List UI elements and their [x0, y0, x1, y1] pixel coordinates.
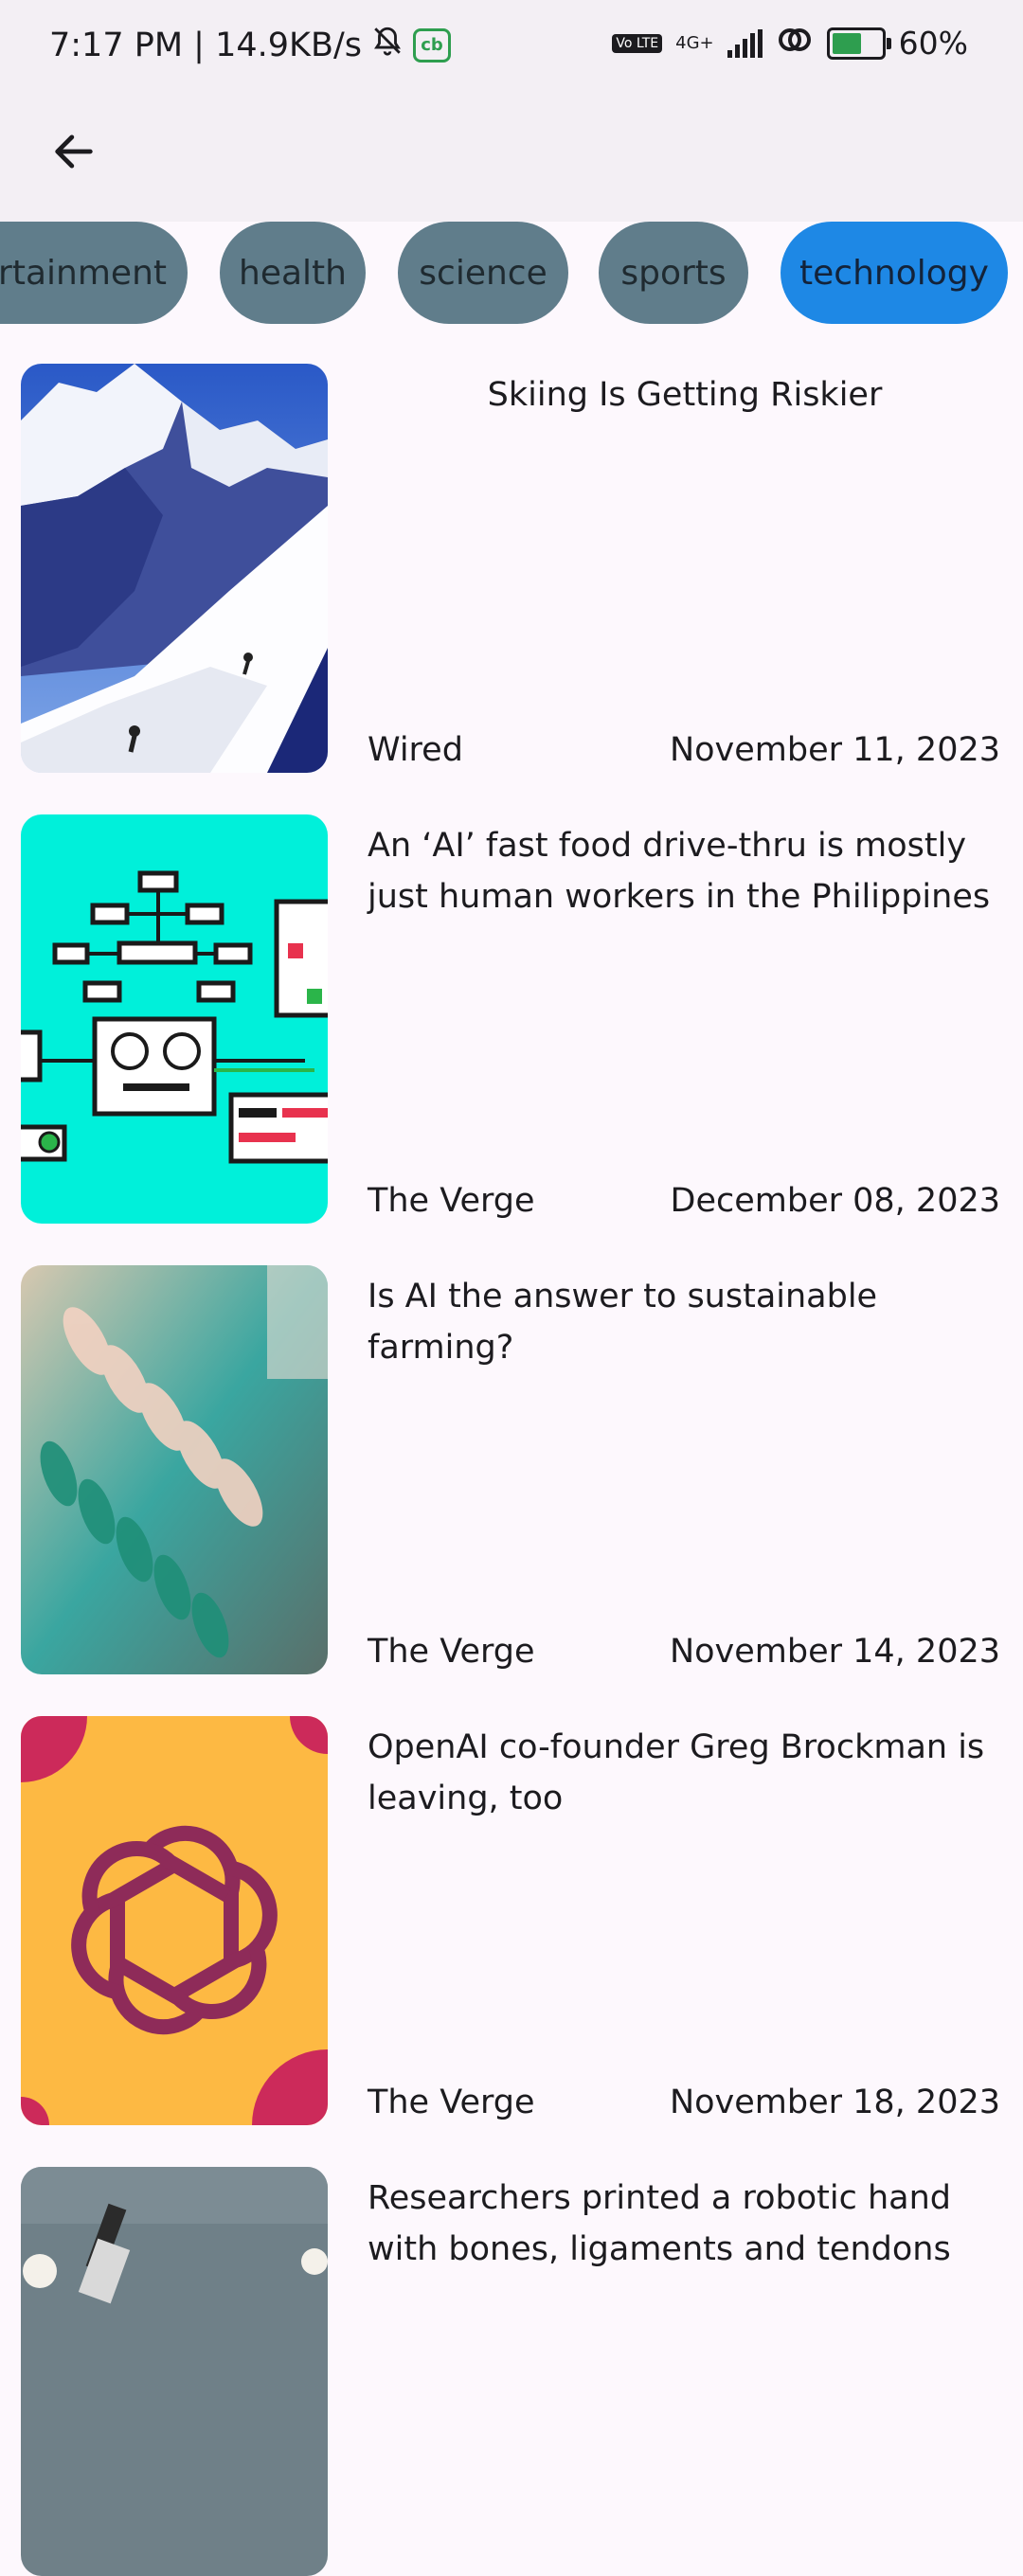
battery-fill [832, 32, 861, 54]
news-item[interactable]: Is AI the answer to sustainable farming?… [0, 1265, 1023, 1674]
chip-technology[interactable]: technology [781, 222, 1008, 324]
article-title: OpenAI co-founder Greg Brockman is leavi… [368, 1728, 985, 1817]
article-title: Is AI the answer to sustainable farming? [368, 1278, 878, 1367]
volte-icon: Vo LTE [612, 33, 663, 53]
news-item[interactable]: Researchers printed a robotic hand with … [0, 2167, 1023, 2576]
article-source: The Verge [368, 1633, 535, 1671]
app-notification-icon: cb [413, 27, 451, 63]
battery-percent: 60% [898, 25, 968, 62]
article-source: The Verge [368, 2084, 535, 2121]
bell-muted-icon [371, 25, 404, 65]
status-right: Vo LTE 4G+ 60% [612, 25, 968, 62]
article-title: Skiing Is Getting Riskier [487, 376, 883, 414]
news-item[interactable]: An ‘AI’ fast food drive-thru is mostly j… [0, 814, 1023, 1224]
status-left: 7:17 PM | 14.9KB/s cb [49, 25, 451, 65]
article-source: The Verge [368, 1182, 535, 1220]
link-icon [776, 25, 814, 62]
back-button[interactable] [36, 114, 112, 189]
chip-entertainment[interactable]: entertainment [0, 222, 188, 324]
article-title: Researchers printed a robotic hand with … [368, 2179, 952, 2268]
article-thumbnail [21, 364, 328, 773]
article-title: An ‘AI’ fast food drive-thru is mostly j… [368, 827, 991, 916]
arrow-left-icon [55, 134, 93, 169]
article-source: Wired [368, 731, 463, 769]
news-item[interactable]: OpenAI co-founder Greg Brockman is leavi… [0, 1716, 1023, 2125]
chip-health[interactable]: health [220, 222, 366, 324]
battery-icon [826, 27, 891, 60]
article-date: November 18, 2023 [669, 2084, 1000, 2121]
article-thumbnail [21, 814, 328, 1224]
signal-icon [727, 28, 763, 58]
status-time-speed: 7:17 PM | 14.9KB/s [49, 26, 362, 64]
status-bar: 7:17 PM | 14.9KB/s cb Vo LTE 4G+ 60% [0, 0, 1023, 93]
chip-sports[interactable]: sports [599, 222, 748, 324]
article-thumbnail [21, 2167, 328, 2576]
article-thumbnail [21, 1265, 328, 1674]
article-date: November 11, 2023 [669, 731, 1000, 769]
article-thumbnail [21, 1716, 328, 2125]
news-item[interactable]: Skiing Is Getting Riskier Wired November… [0, 364, 1023, 773]
network-type: 4G+ [675, 33, 714, 53]
chip-science[interactable]: science [398, 222, 568, 324]
article-date: December 08, 2023 [670, 1182, 1000, 1220]
article-date: November 14, 2023 [669, 1633, 1000, 1671]
category-chips: entertainment health science sports tech… [0, 222, 1023, 326]
app-bar [0, 93, 1023, 222]
